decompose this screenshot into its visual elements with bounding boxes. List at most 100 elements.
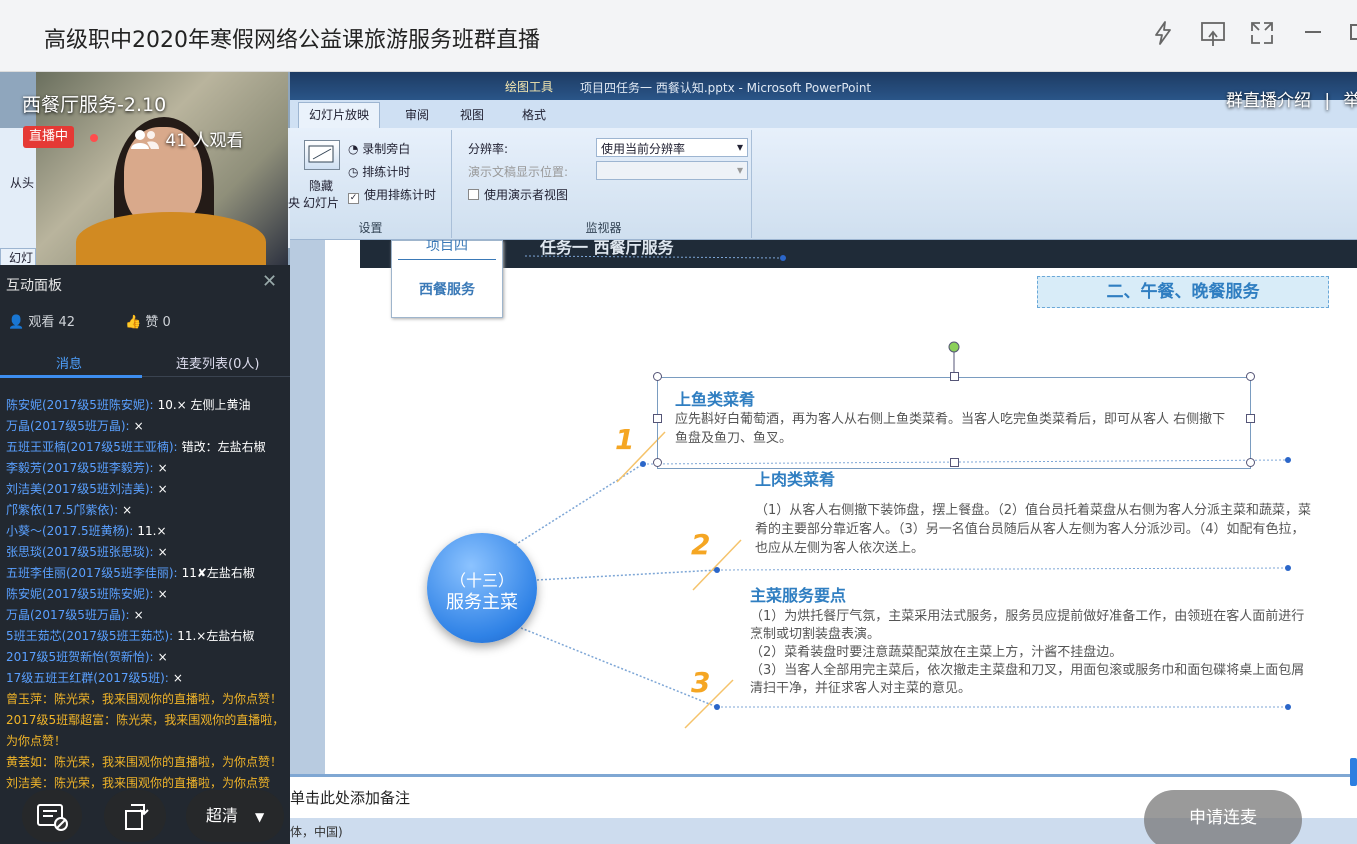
rotate-button[interactable]: [104, 790, 166, 842]
record-narration-button[interactable]: ◔ 录制旁白: [348, 140, 410, 157]
resize-handle[interactable]: [653, 372, 662, 381]
tab-slideshow[interactable]: 幻灯片放映: [298, 102, 381, 128]
tab-messages[interactable]: 消息: [56, 353, 82, 372]
chat-sender[interactable]: 五班王亚楠(2017级5班王亚楠):: [6, 440, 178, 454]
use-timing-checkbox[interactable]: ✓ 使用排练计时: [348, 186, 436, 204]
panel-likes: 👍 赞 0: [125, 311, 171, 330]
notes-placeholder: 单击此处添加备注: [290, 789, 411, 807]
pin-window-icon[interactable]: [1198, 20, 1228, 50]
chat-text: 11.×: [137, 524, 167, 538]
chat-message: 邝紫依(17.5邝紫依): ×: [6, 500, 286, 521]
chat-sender[interactable]: 2017级5班贺新怡(贺新怡):: [6, 650, 154, 664]
window-title: 高级职中2020年寒假网络公益课旅游服务班群直播: [44, 28, 540, 53]
rehearse-label: 排练计时: [362, 165, 411, 179]
chat-sender[interactable]: 邝紫依(17.5邝紫依):: [6, 503, 118, 517]
slide: 任务一 西餐厅服务 项目四 西餐服务 二、午餐、晚餐服务 （十三） 服务主菜 1…: [325, 240, 1357, 774]
center-topic-line2: 服务主菜: [446, 592, 518, 613]
barrage-toggle[interactable]: [22, 790, 82, 842]
chat-sender[interactable]: 五班李佳丽(2017级5班李佳丽):: [6, 566, 178, 580]
minimize-icon[interactable]: [1298, 20, 1328, 50]
message-list: 陈安妮(2017级5班陈安妮): 10.× 左侧上黄油 万晶(2017级5班万晶):…: [6, 395, 286, 794]
person-icon: 👤: [8, 315, 25, 330]
use-timing-label: 使用排练计时: [364, 188, 437, 202]
chat-sender[interactable]: 17级五班王红群(2017级5班):: [6, 671, 169, 685]
slides-tab[interactable]: 幻灯: [0, 248, 36, 266]
presenter-view-checkbox[interactable]: 使用演示者视图: [468, 186, 568, 203]
chat-sender[interactable]: 5班王茹芯(2017级5班王茹芯):: [6, 629, 173, 643]
active-tab-underline: [0, 375, 142, 378]
caret-down-icon: ▼: [254, 810, 265, 824]
scrollbar-thumb[interactable]: [1350, 758, 1357, 786]
panel-likes-text: 赞 0: [145, 315, 171, 330]
resize-handle[interactable]: [950, 458, 959, 467]
resize-handle[interactable]: [1246, 458, 1255, 467]
group-monitor-label: 监视器: [585, 221, 622, 235]
item-number: 2: [691, 528, 711, 561]
powerpoint-title-bar: 绘图工具 项目四任务一 西餐认知.pptx - Microsoft PowerP…: [290, 72, 1357, 100]
chat-message: 陈安妮(2017级5班陈安妮): 10.× 左侧上黄油: [6, 395, 286, 416]
item-number: 1: [615, 423, 635, 456]
rehearse-timing-button[interactable]: ◷ 排练计时: [348, 163, 410, 180]
people-icon: [130, 130, 165, 151]
checkbox-checked-icon: ✓: [348, 193, 359, 204]
maximize-icon[interactable]: [1346, 20, 1357, 50]
resize-handle[interactable]: [653, 414, 662, 423]
item-title: 主菜服务要点: [750, 586, 847, 605]
chat-sender[interactable]: 陈安妮(2017级5班陈安妮):: [6, 587, 154, 601]
show-on-select[interactable]: ▾: [596, 161, 748, 180]
chat-sender[interactable]: 刘洁美(2017级5班刘洁美):: [6, 482, 154, 496]
course-title: 西餐厅服务-2.10: [22, 94, 167, 116]
title-bar: 高级职中2020年寒假网络公益课旅游服务班群直播: [0, 0, 1357, 72]
chat-text: 11.×左盐右椒: [177, 629, 255, 643]
clock-icon: ◷: [348, 165, 363, 179]
chat-text: ×: [157, 587, 168, 601]
chat-sender[interactable]: 曾玉萍：: [6, 692, 54, 706]
resize-handle[interactable]: [653, 458, 662, 467]
chat-text: 10.× 左侧上黄油: [157, 398, 251, 412]
checkbox-unchecked-icon: [468, 189, 479, 200]
chat-sender[interactable]: 张思琰(2017级5班张思琰):: [6, 545, 154, 559]
hide-slide-button[interactable]: 隐藏 幻灯片: [303, 178, 339, 212]
quality-select[interactable]: 超清 ▼: [186, 790, 284, 842]
tab-mic-list[interactable]: 连麦列表(0人): [176, 353, 259, 372]
chat-text: ×: [122, 503, 133, 517]
thumbs-up-icon: 👍: [125, 315, 142, 330]
group-setup: 央 隐藏 幻灯片 ◔ 录制旁白 ◷ 排练计时 ✓ 使用排练计时 设置: [288, 130, 452, 238]
apply-mic-button[interactable]: 申请连麦: [1144, 790, 1302, 844]
chat-message: 李毅芳(2017级5班李毅芳): ×: [6, 458, 286, 479]
hide-slide-icon[interactable]: [304, 140, 340, 170]
group-live-intro[interactable]: 群直播介绍 | 举: [1226, 86, 1357, 111]
item-title: 上肉类菜肴: [755, 470, 836, 489]
quality-label: 超清: [205, 806, 238, 825]
chat-text: 11✘左盐右椒: [181, 566, 255, 580]
resize-handle[interactable]: [950, 372, 959, 381]
tab-format[interactable]: 格式: [522, 106, 546, 123]
panel-views-text: 观看 42: [28, 315, 76, 330]
tab-view[interactable]: 视图: [460, 106, 484, 123]
chat-message: 曾玉萍：陈光荣，我来围观你的直播啦，为你点赞！: [6, 689, 286, 710]
chat-sender[interactable]: 2017级5班鄢超富：: [6, 713, 116, 727]
chat-sender[interactable]: 李毅芳(2017级5班李毅芳):: [6, 461, 154, 475]
chat-sender[interactable]: 万晶(2017级5班万晶):: [6, 419, 130, 433]
chat-sender[interactable]: 小葵～(2017.5班黄杨):: [6, 524, 133, 538]
chat-message: 万晶(2017级5班万晶): ×: [6, 416, 286, 437]
resize-handle[interactable]: [1246, 372, 1255, 381]
chat-text: 陈光荣，我来围观你的直播啦，为你点赞！: [54, 755, 283, 769]
chat-sender[interactable]: 刘洁美：: [6, 776, 54, 790]
tab-review[interactable]: 审阅: [405, 106, 429, 123]
item-text: 应先斟好白葡萄酒，再为客人从右侧上鱼类菜肴。当客人吃完鱼类菜肴后，即可从客人 右…: [675, 412, 1226, 446]
intro-cut-text[interactable]: 举: [1344, 91, 1357, 111]
resize-handle[interactable]: [1246, 414, 1255, 423]
group-live-intro-link[interactable]: 群直播介绍: [1226, 91, 1311, 111]
close-icon[interactable]: ✕: [262, 271, 277, 292]
fullscreen-icon[interactable]: [1247, 20, 1277, 50]
chat-sender[interactable]: 黄荟如：: [6, 755, 54, 769]
lightning-icon[interactable]: [1148, 20, 1178, 50]
chat-message: 2017级5班贺新怡(贺新怡): ×: [6, 647, 286, 668]
resolution-select[interactable]: 使用当前分辨率 ▾: [596, 138, 748, 157]
chevron-down-icon: ▾: [736, 163, 743, 177]
chat-sender[interactable]: 万晶(2017级5班万晶):: [6, 608, 130, 622]
live-badge: 直播中: [23, 126, 75, 148]
from-beginning-label[interactable]: 从头: [10, 174, 34, 191]
chat-sender[interactable]: 陈安妮(2017级5班陈安妮):: [6, 398, 154, 412]
